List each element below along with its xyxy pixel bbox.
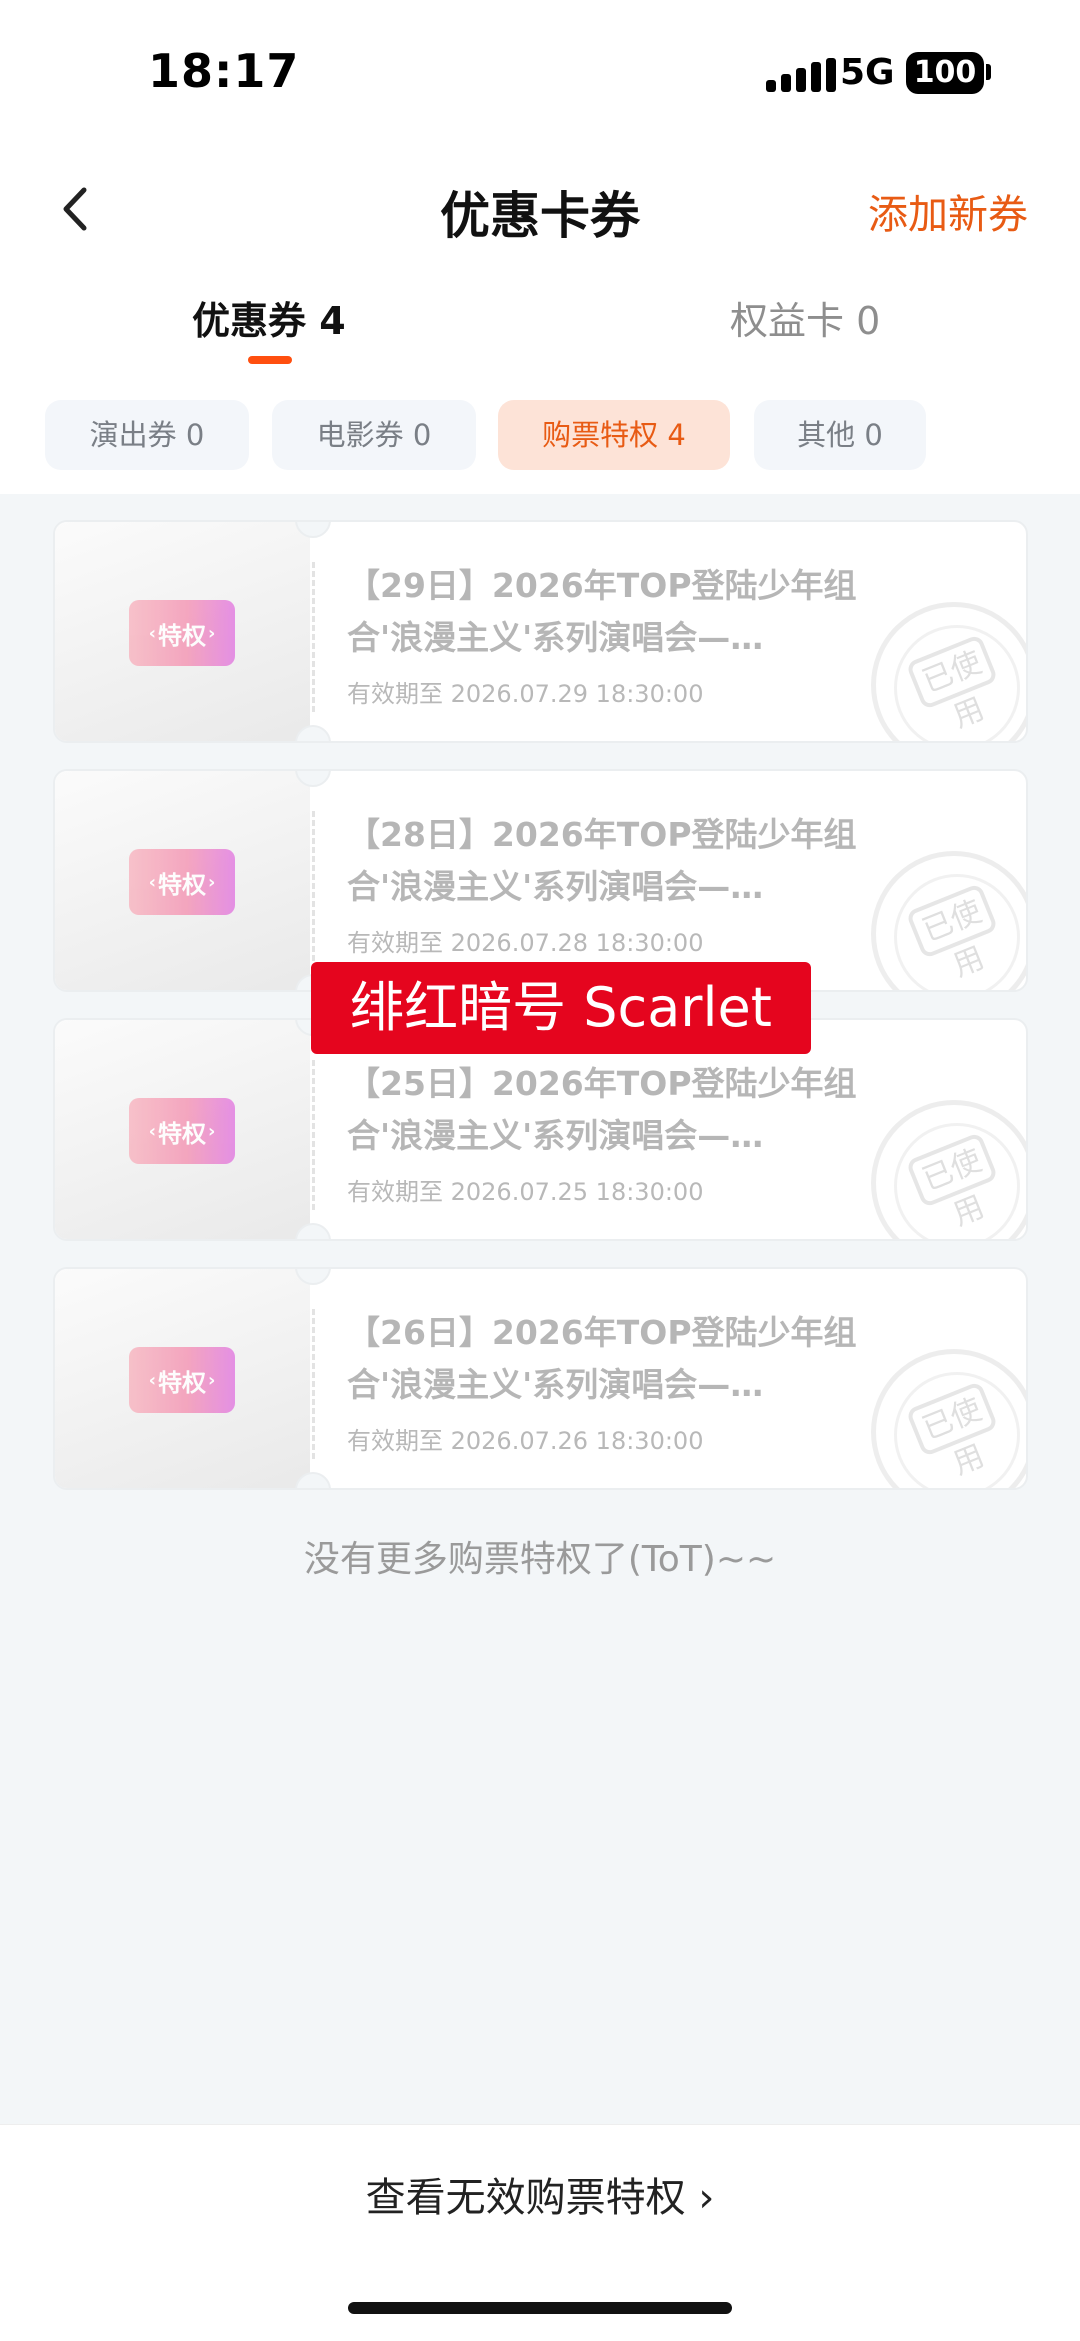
watermark-label: 绯红暗号 Scarlet: [311, 962, 811, 1054]
badge-label: 特权: [158, 1368, 206, 1397]
signal-icon: [766, 58, 838, 92]
card-divider: [312, 562, 315, 712]
card-expiry: 有效期至 2026.07.29 18:30:00: [347, 680, 704, 708]
card-expiry: 有效期至 2026.07.28 18:30:00: [347, 929, 704, 957]
status-bar: 18:17 5G 100: [0, 0, 1080, 150]
card-title: 【25日】2026年TOP登陆少年组合'浪漫主义'系列演唱会—…: [347, 1064, 857, 1155]
end-of-list-text: 没有更多购票特权了(ToT)~~: [303, 1539, 777, 1580]
network-label: 5G: [840, 52, 895, 93]
privilege-badge: ‹ 特权 ›: [129, 1098, 235, 1164]
home-indicator: [348, 2302, 732, 2314]
stamp-label: 已使用: [905, 1131, 999, 1233]
used-stamp-icon: 已使用: [871, 1349, 1026, 1488]
privilege-card[interactable]: ‹ 特权 › 【26日】2026年TOP登陆少年组合'浪漫主义'系列演唱会—… 有效…: [53, 1267, 1028, 1490]
card-title: 【29日】2026年TOP登陆少年组合'浪漫主义'系列演唱会—…: [347, 566, 857, 657]
used-stamp-icon: 已使用: [871, 1100, 1026, 1239]
tab-bar: 优惠券 4 权益卡 0: [0, 280, 1080, 380]
card-title: 【28日】2026年TOP登陆少年组合'浪漫主义'系列演唱会—…: [347, 815, 857, 906]
add-new-coupon-button[interactable]: 添加新券: [868, 182, 1028, 240]
chip-ticket-privileges[interactable]: 购票特权 4: [498, 400, 730, 470]
badge-label: 特权: [158, 870, 206, 899]
card-divider: [312, 1309, 315, 1459]
privilege-badge: ‹ 特权 ›: [129, 1347, 235, 1413]
privilege-badge: ‹ 特权 ›: [129, 600, 235, 666]
used-stamp-icon: 已使用: [871, 602, 1026, 741]
stamp-label: 已使用: [905, 633, 999, 735]
battery-tip: [986, 64, 991, 80]
chip-show-coupons[interactable]: 演出券 0: [45, 400, 249, 470]
badge-label: 特权: [158, 621, 206, 650]
card-title: 【26日】2026年TOP登陆少年组合'浪漫主义'系列演唱会—…: [347, 1313, 857, 1404]
view-invalid-privileges-link[interactable]: 查看无效购票特权 ›: [0, 2165, 1080, 2223]
tab-coupons[interactable]: 优惠券 4: [192, 290, 346, 345]
stamp-label: 已使用: [905, 882, 999, 984]
card-expiry: 有效期至 2026.07.26 18:30:00: [347, 1427, 704, 1455]
chip-movie-coupons[interactable]: 电影券 0: [272, 400, 476, 470]
tab-benefit-cards[interactable]: 权益卡 0: [730, 290, 880, 345]
badge-label: 特权: [158, 1119, 206, 1148]
status-time: 18:17: [148, 44, 300, 98]
tab-indicator: [248, 356, 292, 364]
battery-icon: 100: [906, 52, 984, 94]
privilege-card[interactable]: ‹ 特权 › 【29日】2026年TOP登陆少年组合'浪漫主义'系列演唱会—… 有效…: [53, 520, 1028, 743]
privilege-card[interactable]: ‹ 特权 › 【28日】2026年TOP登陆少年组合'浪漫主义'系列演唱会—… 有效…: [53, 769, 1028, 992]
card-expiry: 有效期至 2026.07.25 18:30:00: [347, 1178, 704, 1206]
privilege-badge: ‹ 特权 ›: [129, 849, 235, 915]
page: 18:17 5G 100 优惠卡券 添加新券 优惠券 4 权益卡 0 演出券 0…: [0, 0, 1080, 2341]
card-divider: [312, 811, 315, 961]
chip-other[interactable]: 其他 0: [754, 400, 926, 470]
nav-header: 优惠卡券 添加新券: [0, 150, 1080, 280]
filter-chips: 演出券 0 电影券 0 购票特权 4 其他 0: [0, 380, 1080, 494]
used-stamp-icon: 已使用: [871, 851, 1026, 990]
card-divider: [312, 1060, 315, 1210]
stamp-label: 已使用: [905, 1380, 999, 1482]
